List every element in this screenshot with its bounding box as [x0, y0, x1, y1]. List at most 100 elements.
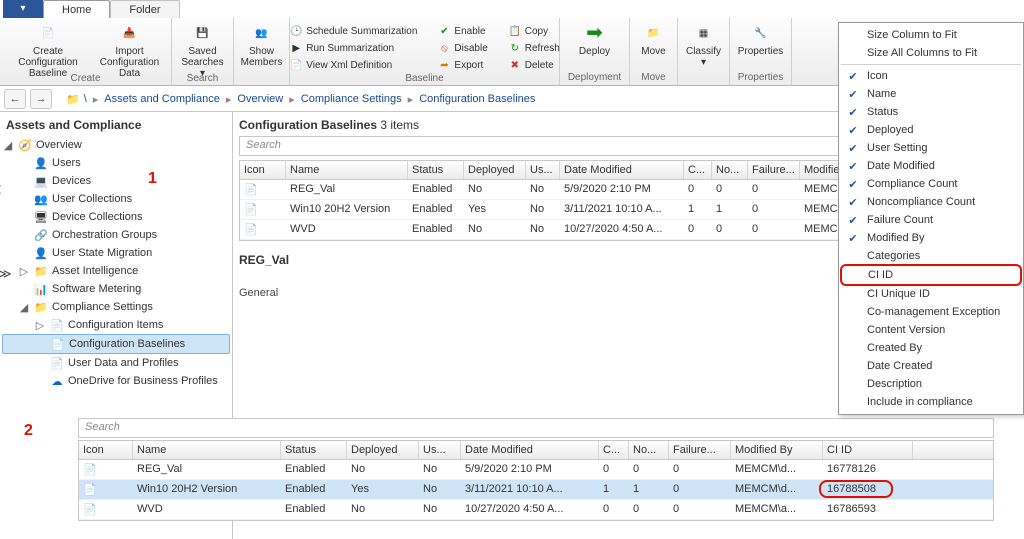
- ctx-col-failure-count[interactable]: ✔Failure Count: [841, 211, 1021, 229]
- block-icon: ⦸: [437, 41, 451, 55]
- tree-user-data-profiles[interactable]: 📄User Data and Profiles: [2, 354, 230, 372]
- ctx-size-all[interactable]: Size All Columns to Fit: [841, 44, 1021, 62]
- enable-button[interactable]: ✔Enable: [435, 23, 487, 39]
- table-row[interactable]: 📄WVDEnabledNoNo10/27/2020 4:50 A...000ME…: [79, 500, 993, 520]
- table-row[interactable]: 📄REG_ValEnabledNoNo5/9/2020 2:10 PM000ME…: [79, 460, 993, 480]
- col-header[interactable]: Status: [408, 161, 464, 179]
- delete-button[interactable]: ✖Delete: [506, 57, 556, 73]
- create-baseline-button[interactable]: 📄 Create Configuration Baseline: [6, 20, 90, 80]
- detail-general[interactable]: General: [239, 287, 278, 299]
- check-icon: ✔: [845, 195, 861, 209]
- col-header[interactable]: C...: [684, 161, 712, 179]
- tree-onedrive-profiles[interactable]: ☁OneDrive for Business Profiles: [2, 372, 230, 390]
- disable-button[interactable]: ⦸Disable: [435, 40, 489, 56]
- col-header[interactable]: Failure...: [748, 161, 800, 179]
- ctx-col-created-by[interactable]: Created By: [841, 339, 1021, 357]
- ribbon-group-baseline: Baseline: [290, 72, 559, 86]
- annotation-1: 1: [148, 170, 157, 188]
- col-header[interactable]: Us...: [526, 161, 560, 179]
- baseline-icon: 📄: [51, 337, 65, 351]
- classify-button[interactable]: ▦ Classify ▾: [682, 20, 726, 69]
- breadcrumb[interactable]: \▸ Assets and Compliance▸ Overview▸ Comp…: [84, 93, 536, 106]
- search-input-2[interactable]: Search: [78, 418, 994, 438]
- table-row[interactable]: 📄Win10 20H2 VersionEnabledYesNo3/11/2021…: [79, 480, 993, 500]
- col-header[interactable]: Us...: [419, 441, 461, 459]
- ctx-col-name[interactable]: ✔Name: [841, 85, 1021, 103]
- ctx-col-date-modified[interactable]: ✔Date Modified: [841, 157, 1021, 175]
- grid-icon: ▦: [692, 21, 716, 45]
- ctx-col-modified-by[interactable]: ✔Modified By: [841, 229, 1021, 247]
- baselines-grid-2[interactable]: IconNameStatusDeployedUs...Date Modified…: [78, 440, 994, 521]
- tree-config-baselines[interactable]: 📄Configuration Baselines: [2, 334, 230, 354]
- nav-back-button[interactable]: ←: [4, 89, 26, 109]
- properties-icon: 🔧: [749, 21, 773, 45]
- col-header[interactable]: Deployed: [464, 161, 526, 179]
- tree-asset-intel[interactable]: ▷📁Asset Intelligence: [2, 262, 230, 280]
- copy-button[interactable]: 📋Copy: [506, 23, 550, 39]
- ribbon-group-deploy: Deployment: [560, 71, 629, 85]
- column-context-menu[interactable]: Size Column to Fit Size All Columns to F…: [838, 22, 1024, 415]
- tree-user-state[interactable]: 👤User State Migration: [2, 244, 230, 262]
- schedule-summ-button[interactable]: 🕒Schedule Summarization: [287, 23, 419, 39]
- check-icon: ✔: [845, 69, 861, 83]
- tree-devices[interactable]: 💻Devices: [2, 172, 230, 190]
- ctx-col-include-in-compliance[interactable]: Include in compliance: [841, 393, 1021, 411]
- col-header[interactable]: C...: [599, 441, 629, 459]
- import-config-button[interactable]: 📥 Import Configuration Data: [94, 20, 165, 80]
- view-xml-button[interactable]: 📄View Xml Definition: [287, 57, 394, 73]
- col-header[interactable]: Failure...: [669, 441, 731, 459]
- col-header[interactable]: CI ID: [823, 441, 913, 459]
- ctx-col-co-management-exception[interactable]: Co-management Exception: [841, 303, 1021, 321]
- tab-folder[interactable]: Folder: [110, 0, 179, 18]
- tree-config-items[interactable]: ▷📄Configuration Items: [2, 316, 230, 334]
- tree-users[interactable]: 👤Users: [2, 154, 230, 172]
- tab-home[interactable]: Home: [43, 0, 110, 18]
- ctx-col-content-version[interactable]: Content Version: [841, 321, 1021, 339]
- ctx-col-compliance-count[interactable]: ✔Compliance Count: [841, 175, 1021, 193]
- nav-fwd-button[interactable]: →: [30, 89, 52, 109]
- ctx-col-noncompliance-count[interactable]: ✔Noncompliance Count: [841, 193, 1021, 211]
- tree-compliance[interactable]: ◢📁Compliance Settings: [2, 298, 230, 316]
- col-header[interactable]: Name: [133, 441, 281, 459]
- ctx-col-ci-id[interactable]: CI ID: [840, 264, 1022, 286]
- col-header[interactable]: Deployed: [347, 441, 419, 459]
- tree-user-collections[interactable]: 👥User Collections: [2, 190, 230, 208]
- ctx-col-ci-unique-id[interactable]: CI Unique ID: [841, 285, 1021, 303]
- check-icon: ✔: [437, 24, 451, 38]
- ctx-col-date-created[interactable]: Date Created: [841, 357, 1021, 375]
- col-header[interactable]: No...: [629, 441, 669, 459]
- saved-searches-button[interactable]: 💾 Saved Searches ▾: [177, 20, 227, 80]
- tree-software-metering[interactable]: 📊Software Metering: [2, 280, 230, 298]
- ctx-col-deployed[interactable]: ✔Deployed: [841, 121, 1021, 139]
- ctx-col-categories[interactable]: Categories: [841, 247, 1021, 265]
- refresh-button[interactable]: ↻Refresh: [506, 40, 562, 56]
- folder-icon: 📁: [34, 300, 48, 314]
- col-header[interactable]: Date Modified: [560, 161, 684, 179]
- col-header[interactable]: Icon: [240, 161, 286, 179]
- properties-button[interactable]: 🔧 Properties: [734, 20, 788, 58]
- col-header[interactable]: No...: [712, 161, 748, 179]
- ctx-col-icon[interactable]: ✔Icon: [841, 67, 1021, 85]
- ctx-size-fit[interactable]: Size Column to Fit: [841, 26, 1021, 44]
- xml-icon: 📄: [289, 58, 303, 72]
- tree-device-collections[interactable]: 🖥Device Collections: [2, 208, 230, 226]
- refresh-icon: ↻: [508, 41, 522, 55]
- move-button[interactable]: 📁 Move: [632, 20, 676, 58]
- ctx-col-user-setting[interactable]: ✔User Setting: [841, 139, 1021, 157]
- tree-overview[interactable]: ◢🧭Overview: [2, 136, 230, 154]
- ctx-col-description[interactable]: Description: [841, 375, 1021, 393]
- col-header[interactable]: Name: [286, 161, 408, 179]
- run-summ-button[interactable]: ▶Run Summarization: [287, 40, 396, 56]
- ctx-col-status[interactable]: ✔Status: [841, 103, 1021, 121]
- file-dropdown[interactable]: ▾: [3, 0, 43, 18]
- deploy-button[interactable]: ➡ Deploy: [573, 20, 617, 58]
- col-header[interactable]: Icon: [79, 441, 133, 459]
- tree-orchestration[interactable]: 🔗Orchestration Groups: [2, 226, 230, 244]
- col-header[interactable]: Status: [281, 441, 347, 459]
- col-header[interactable]: Date Modified: [461, 441, 599, 459]
- baseline-row-icon: 📄: [244, 184, 258, 196]
- col-header[interactable]: Modified By: [731, 441, 823, 459]
- orch-icon: 🔗: [34, 228, 48, 242]
- play-icon: ▶: [289, 41, 303, 55]
- export-button[interactable]: ➦Export: [435, 57, 485, 73]
